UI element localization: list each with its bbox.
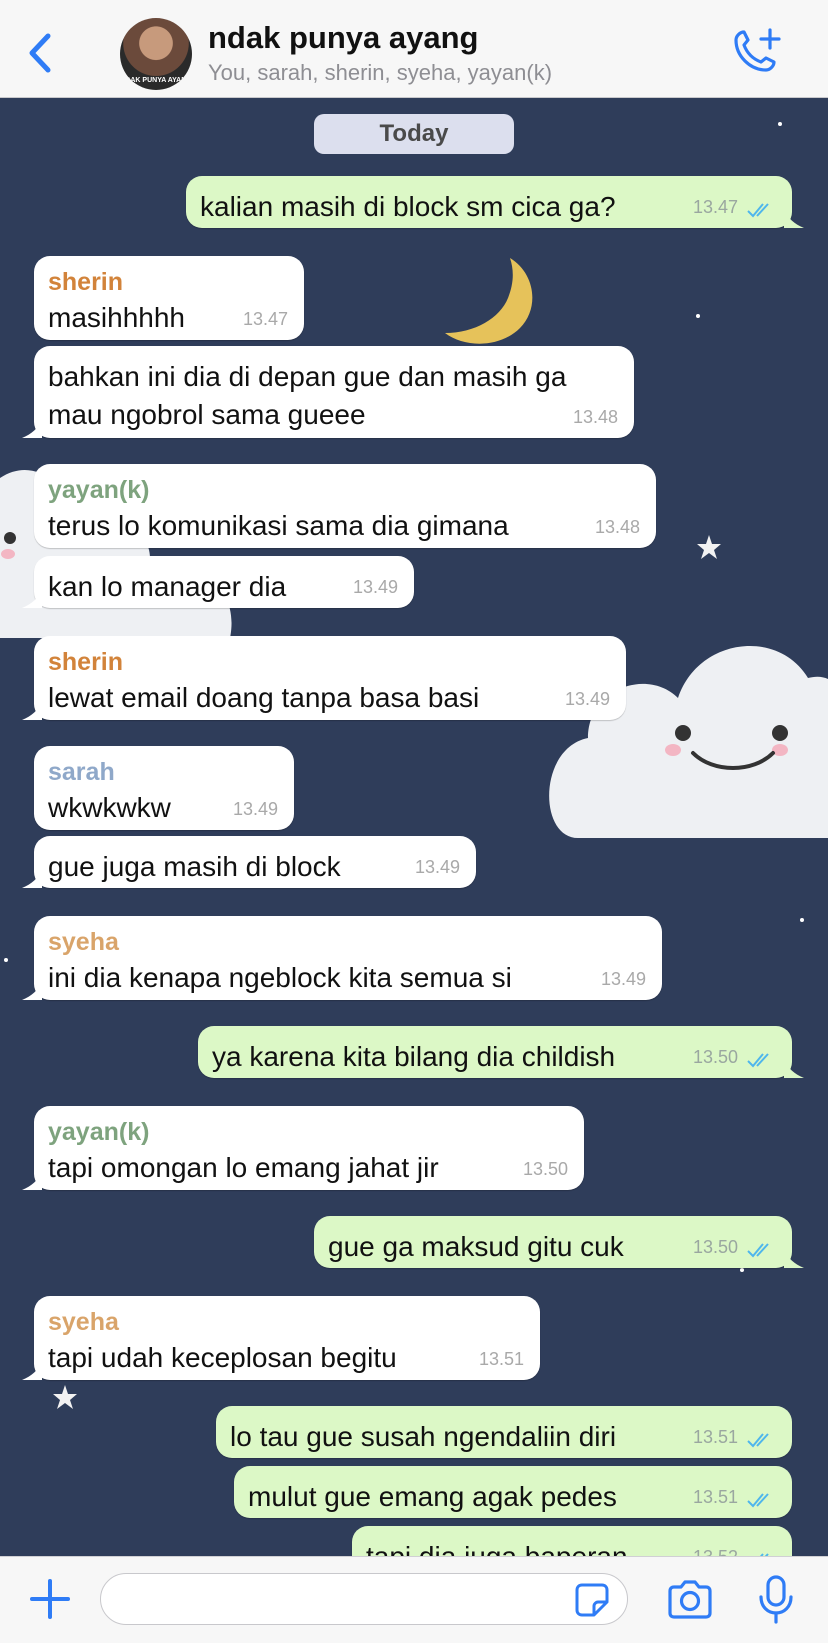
wallpaper-dot <box>4 958 8 962</box>
message-text: ini dia kenapa ngeblock kita semua si <box>48 962 512 993</box>
bubble-tail <box>22 420 42 438</box>
sender-name[interactable]: syeha <box>48 1308 526 1337</box>
incoming-message[interactable]: bahkan ini dia di depan gue dan masih ga… <box>22 346 634 438</box>
message-text: gue juga masih di block <box>48 851 341 882</box>
message-time: 13.49 <box>232 799 278 819</box>
message-text: masihhhhh <box>48 302 185 333</box>
message-time: 13.48 <box>572 407 618 427</box>
message-text: kan lo manager dia <box>48 571 287 602</box>
read-receipt-icon <box>747 1243 769 1258</box>
message-text: gue ga maksud gitu cuk <box>328 1231 624 1262</box>
incoming-message[interactable]: gue juga masih di block 13.49 <box>22 836 476 888</box>
message-time: 13.50 <box>522 1159 568 1179</box>
message-text: lo tau gue susah ngendaliin diri <box>230 1421 617 1452</box>
sender-name[interactable]: yayan(k) <box>48 476 642 505</box>
message-time: 13.49 <box>564 689 610 709</box>
bubble-tail <box>22 870 42 888</box>
message-time: 13.50 <box>692 1047 738 1067</box>
sender-name[interactable]: syeha <box>48 928 648 957</box>
wallpaper-dot <box>778 122 782 126</box>
message-time: 13.47 <box>242 309 288 329</box>
message-text: mulut gue emang agak pedes <box>248 1481 617 1512</box>
incoming-message[interactable]: sarah wkwkwkw 13.49 <box>34 746 294 830</box>
incoming-message[interactable]: yayan(k) tapi omongan lo emang jahat jir… <box>22 1106 584 1190</box>
bubble-tail <box>784 1060 804 1078</box>
message-text: ya karena kita bilang dia childish <box>212 1041 616 1072</box>
wallpaper-star <box>697 535 721 559</box>
bubble-tail <box>22 1172 42 1190</box>
incoming-message[interactable]: syeha tapi udah keceplosan begitu 13.51 <box>22 1296 540 1380</box>
message-time: 13.47 <box>692 197 738 217</box>
sender-name[interactable]: sherin <box>48 648 612 677</box>
incoming-message[interactable]: kan lo manager dia 13.49 <box>22 556 414 608</box>
message-text: tapi omongan lo emang jahat jir <box>48 1152 439 1183</box>
message-text: bahkan ini dia di depan gue dan masih ga… <box>48 361 567 430</box>
outgoing-message[interactable]: tapi dia juga baperan 13.52 <box>352 1526 792 1556</box>
message-text: lewat email doang tanpa basa basi <box>48 682 480 713</box>
message-text: tapi udah keceplosan begitu <box>48 1342 397 1373</box>
outgoing-message[interactable]: ya karena kita bilang dia childish 13.50 <box>198 1026 804 1078</box>
message-text: terus lo komunikasi sama dia gimana <box>48 510 509 541</box>
message-time: 13.51 <box>692 1427 738 1447</box>
message-time: 13.52 <box>693 1547 738 1556</box>
read-receipt-icon <box>747 1053 769 1068</box>
wallpaper-dot <box>800 918 804 922</box>
message-time: 13.51 <box>478 1349 524 1369</box>
sender-name[interactable]: sarah <box>48 758 280 787</box>
date-separator: Today <box>314 114 514 154</box>
participants-list[interactable]: You, sarah, sherin, syeha, yayan(k) <box>208 60 552 86</box>
add-call-icon[interactable] <box>728 26 784 78</box>
message-time: 13.49 <box>352 577 398 597</box>
incoming-message[interactable]: yayan(k) terus lo komunikasi sama dia gi… <box>34 464 656 548</box>
message-time: 13.48 <box>594 517 640 537</box>
wallpaper-star <box>53 1385 77 1409</box>
bubble-tail <box>22 1362 42 1380</box>
sender-name[interactable]: yayan(k) <box>48 1118 570 1147</box>
composer-bar <box>0 1556 828 1643</box>
plus-icon[interactable] <box>28 1577 72 1621</box>
outgoing-message[interactable]: kalian masih di block sm cica ga? 13.47 <box>186 176 804 228</box>
message-time: 13.51 <box>692 1487 738 1507</box>
camera-icon[interactable] <box>666 1579 714 1621</box>
read-receipt-icon <box>747 203 769 218</box>
bubble-tail <box>22 590 42 608</box>
outgoing-message[interactable]: mulut gue emang agak pedes 13.51 <box>234 1466 792 1518</box>
sender-name[interactable]: sherin <box>48 268 290 297</box>
outgoing-message[interactable]: lo tau gue susah ngendaliin diri 13.51 <box>216 1406 792 1458</box>
incoming-message[interactable]: syeha ini dia kenapa ngeblock kita semua… <box>22 916 662 1000</box>
wallpaper-dot <box>696 314 700 318</box>
bubble-tail <box>22 702 42 720</box>
message-time: 13.50 <box>692 1237 738 1257</box>
incoming-message[interactable]: sherin masihhhhh 13.47 <box>34 256 304 340</box>
message-text: wkwkwkw <box>48 792 171 823</box>
read-receipt-icon <box>747 1433 769 1448</box>
wallpaper-moon <box>445 258 533 344</box>
avatar-caption: NDAK PUNYA AYANG <box>120 77 192 84</box>
wallpaper-dot <box>740 1268 744 1272</box>
message-text: kalian masih di block sm cica ga? <box>200 191 616 222</box>
message-time: 13.49 <box>414 857 460 877</box>
group-avatar[interactable]: NDAK PUNYA AYANG <box>120 18 192 90</box>
message-list[interactable]: Today kalian masih di block sm cica ga? … <box>0 98 828 1556</box>
message-time: 13.49 <box>600 969 646 989</box>
incoming-message[interactable]: sherin lewat email doang tanpa basa basi… <box>22 636 626 720</box>
bubble-tail <box>784 210 804 228</box>
message-input[interactable] <box>100 1573 628 1625</box>
chevron-left-icon[interactable] <box>22 28 62 78</box>
bubble-tail <box>784 1250 804 1268</box>
bubble-tail <box>22 982 42 1000</box>
read-receipt-icon <box>747 1493 769 1508</box>
sticker-icon[interactable] <box>574 1582 610 1618</box>
microphone-icon[interactable] <box>758 1575 794 1625</box>
chat-header: NDAK PUNYA AYANG ndak punya ayang You, s… <box>0 0 828 98</box>
chat-title[interactable]: ndak punya ayang <box>208 20 478 56</box>
message-text: tapi dia juga baperan <box>366 1541 628 1556</box>
outgoing-message[interactable]: gue ga maksud gitu cuk 13.50 <box>314 1216 804 1268</box>
